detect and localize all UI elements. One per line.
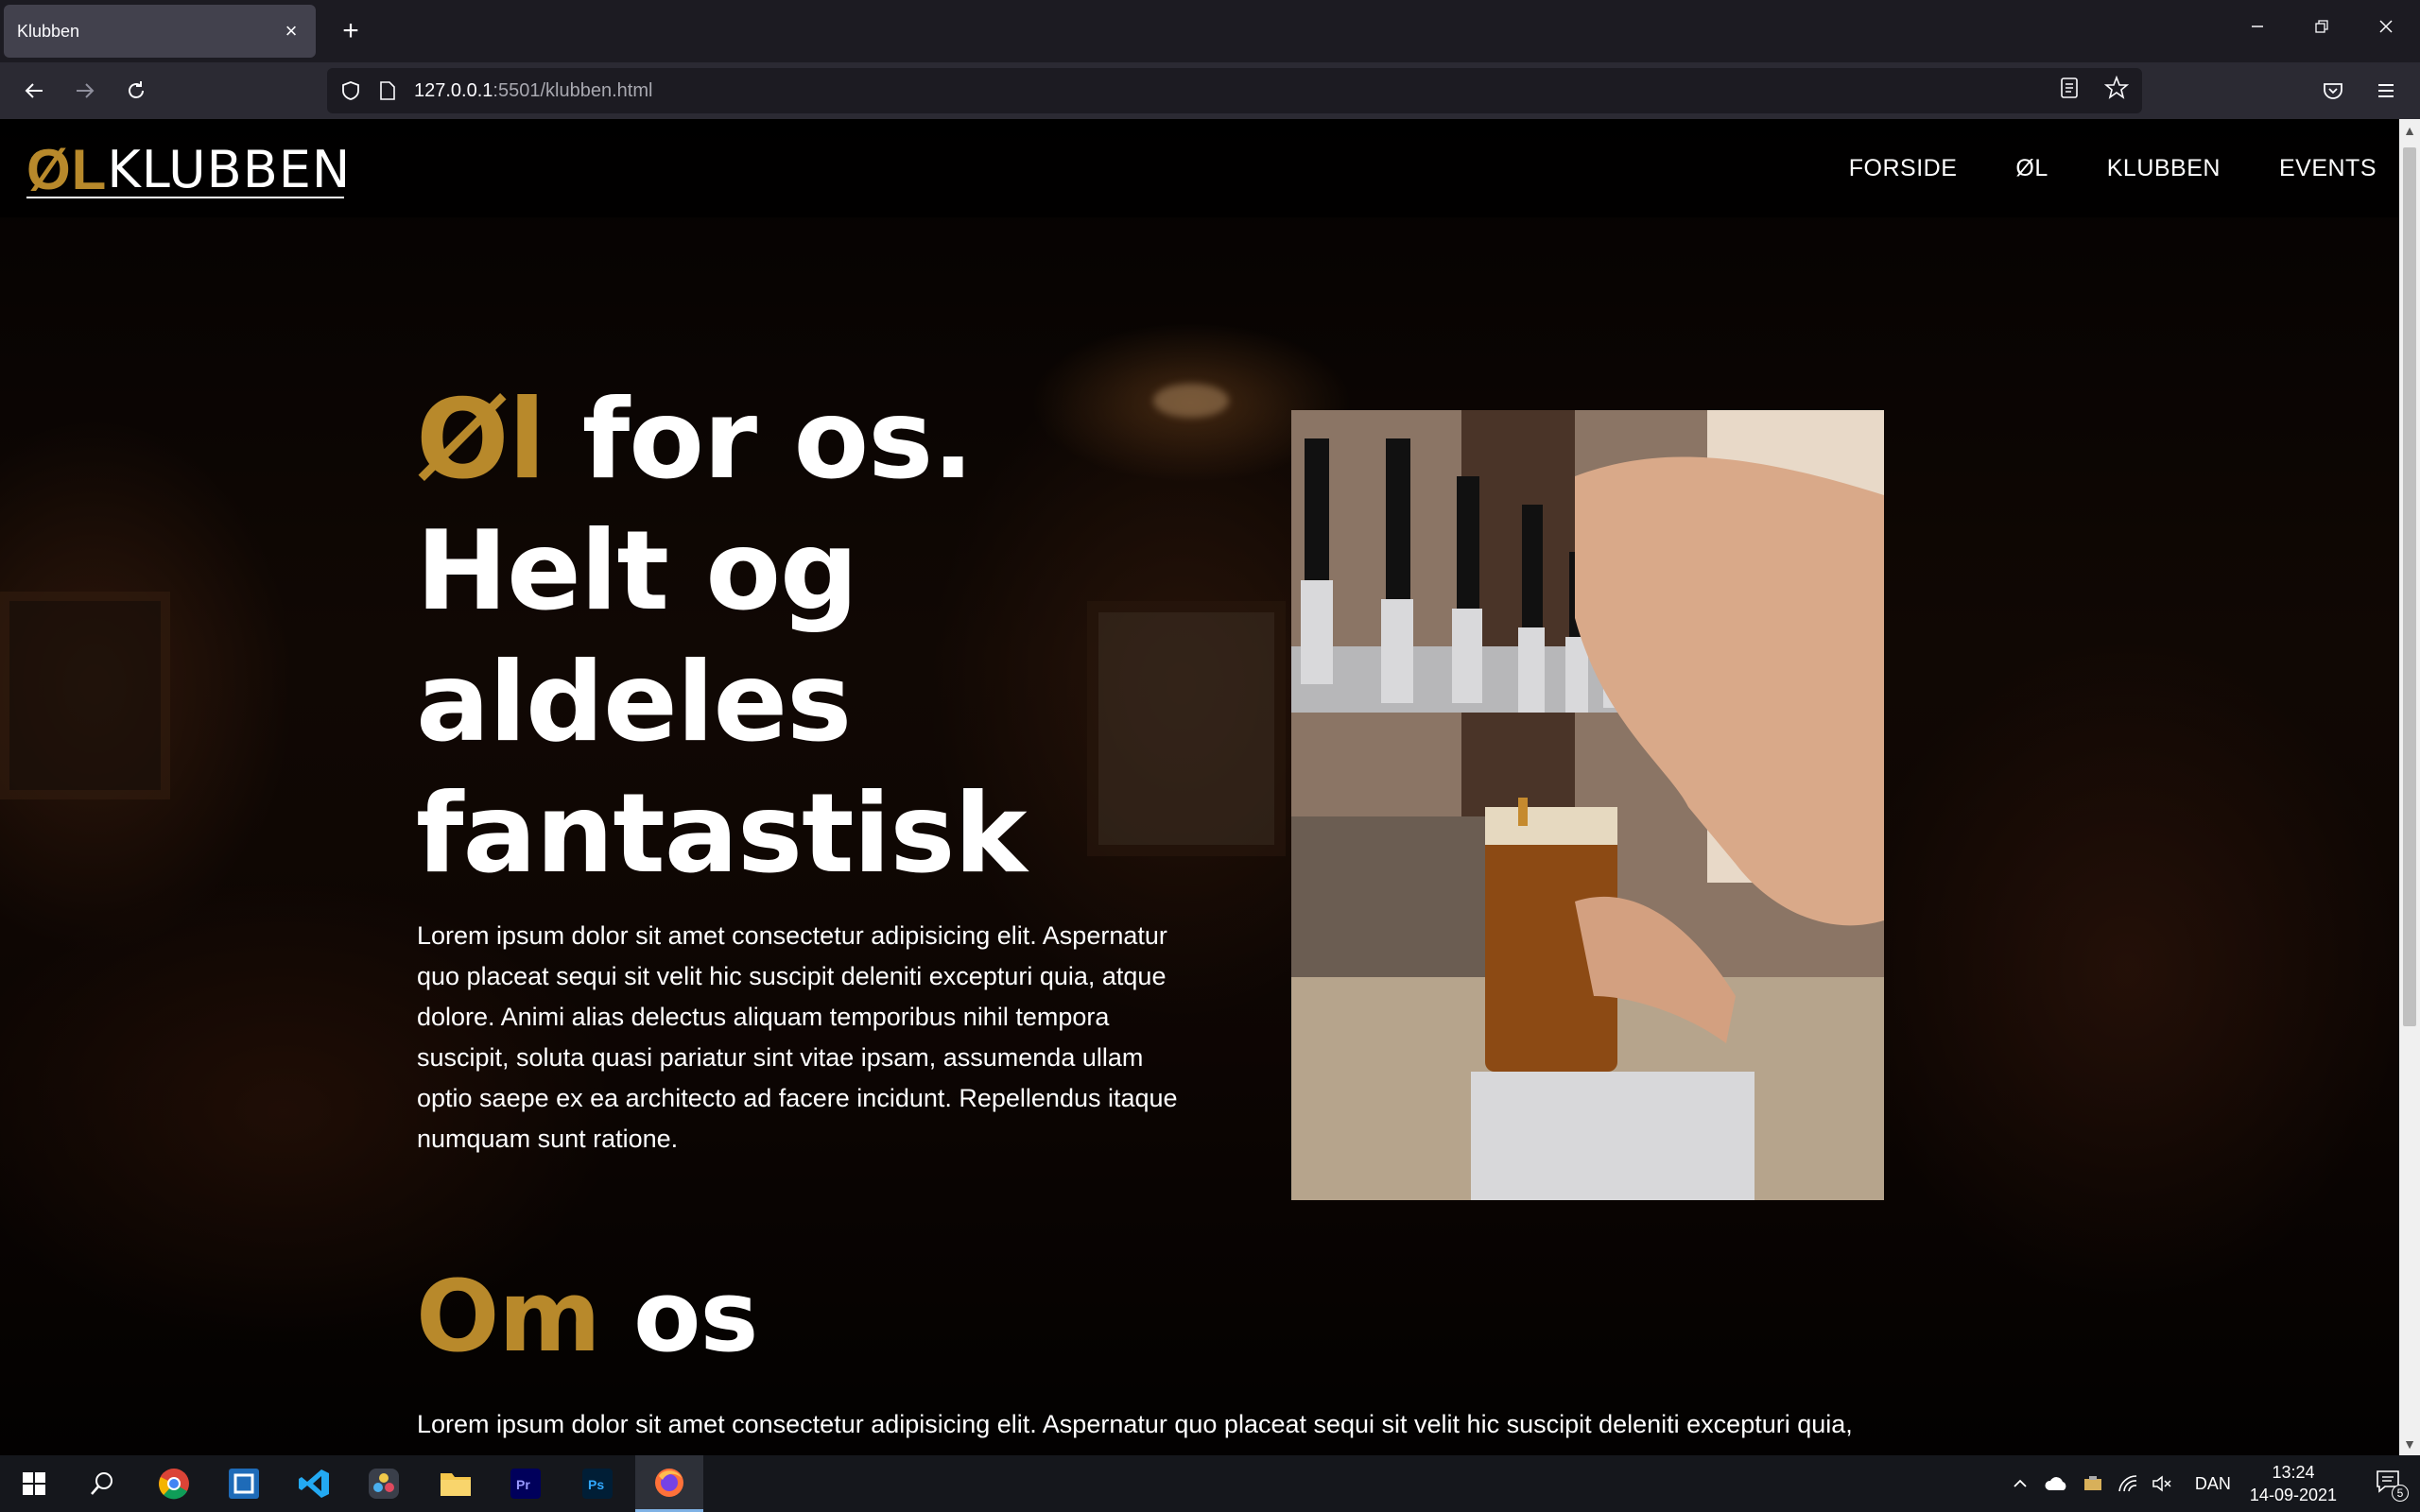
onedrive-cloud-icon[interactable]: [2044, 1475, 2068, 1492]
hero-title-line2: Helt og: [416, 507, 858, 635]
about-title-accent: Om: [416, 1259, 601, 1374]
new-tab-button[interactable]: +: [333, 13, 369, 49]
notification-count: 5: [2392, 1485, 2409, 1502]
system-tray: DAN 13:24 14-09-2021 5: [2012, 1455, 2420, 1512]
menu-icon[interactable]: [2367, 72, 2405, 110]
logo-ol: ØL: [26, 138, 108, 201]
svg-text:Ps: Ps: [588, 1477, 604, 1492]
chrome-icon[interactable]: [140, 1455, 208, 1512]
about-title-rest: os: [599, 1259, 758, 1374]
close-window-icon[interactable]: [2367, 13, 2405, 47]
photoshop-icon[interactable]: Ps: [563, 1455, 631, 1512]
hero-title-accent: Øl: [416, 376, 545, 504]
logo-klubben: KLUBBEN: [107, 140, 352, 199]
site-logo[interactable]: ØL KLUBBEN: [26, 138, 351, 198]
about-title: Om os: [416, 1259, 758, 1374]
url-path: :5501/klubben.html: [493, 79, 653, 101]
taskbar-clock[interactable]: 13:24 14-09-2021: [2250, 1461, 2337, 1506]
close-tab-icon[interactable]: ×: [280, 19, 302, 43]
clock-date: 14-09-2021: [2249, 1486, 2337, 1504]
davinci-resolve-icon[interactable]: [350, 1455, 418, 1512]
language-indicator[interactable]: DAN: [2195, 1474, 2231, 1494]
page-viewport: ØL KLUBBEN FORSIDE ØL KLUBBEN EVENTS Øl f…: [0, 119, 2399, 1455]
scroll-thumb[interactable]: [2403, 147, 2416, 1026]
site-header: ØL KLUBBEN FORSIDE ØL KLUBBEN EVENTS: [0, 119, 2399, 217]
browser-tab[interactable]: Klubben ×: [4, 5, 316, 58]
svg-text:Pr: Pr: [516, 1477, 530, 1492]
bookmark-star-icon[interactable]: [2103, 75, 2130, 105]
network-drive-icon[interactable]: [2082, 1474, 2104, 1493]
restore-icon[interactable]: [2303, 13, 2341, 47]
file-explorer-icon[interactable]: [422, 1455, 490, 1512]
clock-time: 13:24: [2272, 1463, 2315, 1482]
about-paragraph: Lorem ipsum dolor sit amet consectetur a…: [417, 1410, 1853, 1438]
back-icon[interactable]: [15, 72, 53, 110]
hero-paragraph: Lorem ipsum dolor sit amet consectetur a…: [417, 921, 1178, 1153]
nav-events[interactable]: EVENTS: [2279, 155, 2377, 182]
reload-icon[interactable]: [117, 72, 155, 110]
pocket-icon[interactable]: [2314, 72, 2352, 110]
shield-icon[interactable]: [340, 80, 361, 101]
main-nav: FORSIDE ØL KLUBBEN EVENTS: [1849, 155, 2377, 182]
notification-center-icon[interactable]: 5: [2375, 1468, 2409, 1502]
scroll-up-icon[interactable]: ▲: [2399, 119, 2420, 142]
nav-forside[interactable]: FORSIDE: [1849, 155, 1958, 182]
premiere-pro-icon[interactable]: Pr: [492, 1455, 560, 1512]
url-bar[interactable]: 127.0.0.1:5501/klubben.html: [327, 68, 2142, 113]
nav-ol[interactable]: ØL: [2015, 155, 2048, 182]
beer-tap-photo: [1291, 410, 1884, 1200]
chevron-up-icon[interactable]: [2012, 1475, 2029, 1492]
search-icon[interactable]: [68, 1455, 136, 1512]
wifi-icon[interactable]: [2118, 1474, 2138, 1493]
url-host: 127.0.0.1: [414, 79, 493, 101]
windows-taskbar: Pr Ps DAN 13:24 14-09-2021 5: [0, 1455, 2420, 1512]
hero-title-line4: fantastisk: [416, 770, 1028, 898]
hero-title: Øl for os. Helt og aldeles fantastisk: [416, 374, 1172, 900]
page-scrollbar[interactable]: ▲ ▼: [2399, 119, 2420, 1455]
hero-title-line3: aldeles: [416, 639, 852, 766]
page-icon: [378, 80, 397, 101]
volume-muted-icon[interactable]: [2152, 1474, 2174, 1493]
app-icon-blue-square[interactable]: [210, 1455, 278, 1512]
nav-klubben[interactable]: KLUBBEN: [2107, 155, 2221, 182]
vscode-icon[interactable]: [280, 1455, 348, 1512]
hero-title-line1: for os.: [544, 376, 975, 504]
browser-toolbar: 127.0.0.1:5501/klubben.html: [0, 62, 2420, 119]
minimize-icon[interactable]: [2238, 13, 2276, 47]
windows-start-icon[interactable]: [0, 1455, 68, 1512]
reader-view-icon[interactable]: [2059, 76, 2080, 105]
firefox-icon[interactable]: [635, 1455, 703, 1512]
tab-title: Klubben: [17, 21, 80, 41]
scroll-down-icon[interactable]: ▼: [2399, 1433, 2420, 1455]
browser-tabbar: Klubben × +: [0, 0, 2420, 62]
forward-icon[interactable]: [66, 72, 104, 110]
logo-underline: [26, 197, 344, 198]
